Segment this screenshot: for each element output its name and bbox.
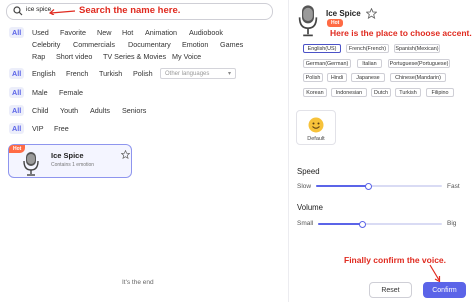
accent-chip[interactable]: Chinese(Mandarin) [390,73,446,82]
emotion-default-label: Default [307,136,325,142]
annotation-arrow-icon [48,9,76,15]
accent-chip[interactable]: Korean [303,88,327,97]
accent-chip[interactable]: English(US) [303,44,341,53]
tier-filters: All VIP Free [0,123,288,134]
star-icon[interactable] [366,8,377,19]
speed-max-label: Fast [447,183,460,190]
language-filters: All English French Turkish Polish [0,68,288,79]
voice-card-name: Ice Spice [51,151,84,160]
star-icon[interactable] [121,150,130,159]
other-languages-select[interactable]: Other languages ▾ [160,68,236,79]
panel-divider [288,0,289,302]
age-chip[interactable]: Youth [60,106,78,115]
speed-min-label: Slow [297,183,312,190]
speed-slider[interactable] [316,182,442,191]
gender-filters: All Male Female [0,87,288,98]
speed-slider-fill [316,185,369,187]
accent-chip[interactable]: Italian [357,59,382,68]
category-filters-row1: All Used Favorite New Hot Animation Audi… [0,27,288,38]
category-chip[interactable]: All [9,27,25,38]
smiley-icon [308,117,324,133]
confirm-button[interactable]: Confirm [423,282,466,298]
category-chip[interactable]: Animation [145,28,177,37]
category-chip[interactable]: Short video [56,52,92,61]
language-chip[interactable]: English [32,69,56,78]
search-annotation: Search the name here. [79,5,181,16]
voice-card[interactable]: Hot Ice Spice Contains 1 emotion [8,144,132,178]
category-chip[interactable]: Rap [32,52,45,61]
category-chip[interactable]: Emotion [182,40,208,49]
age-chip[interactable]: All [9,105,25,116]
gender-chip[interactable]: Female [59,88,83,97]
accent-chip[interactable]: Filipino [426,88,454,97]
volume-max-label: Big [447,220,457,227]
language-chip[interactable]: Turkish [99,69,122,78]
speed-slider-thumb[interactable] [365,182,373,190]
language-chip[interactable]: French [66,69,88,78]
age-chip[interactable]: Child [32,106,48,115]
category-filters-row2: Celebrity Commercials Documentary Emotio… [0,40,288,50]
age-chip[interactable]: Adults [90,106,110,115]
accent-chip[interactable]: German(German) [303,59,351,68]
tier-chip[interactable]: All [9,123,25,134]
voice-detail-name: Ice Spice [326,9,361,18]
microphone-icon [23,152,39,176]
category-chip[interactable]: Games [220,40,243,49]
annotation-arrow-icon [429,264,441,283]
category-filters-row3: Rap Short video TV Series & Movies My Vo… [0,52,288,62]
end-of-list-text: It's the end [122,279,154,286]
volume-min-label: Small [297,220,314,227]
category-chip[interactable]: Audiobook [189,28,223,37]
accent-chip[interactable]: Hindi [327,73,347,82]
accent-options: English(US) French(French) Spanish(Mexic… [300,42,470,100]
speed-title: Speed [297,167,320,176]
accent-chip[interactable]: French(French) [346,44,389,53]
accent-annotation: Here is the place to choose accent. [330,28,472,38]
volume-slider[interactable] [318,220,442,229]
gender-chip[interactable]: All [9,87,25,98]
tier-chip[interactable]: Free [54,124,69,133]
category-chip[interactable]: TV Series & Movies [103,52,166,61]
accent-chip[interactable]: Polish [303,73,323,82]
emotion-default-option[interactable]: Default [296,110,336,145]
volume-slider-fill [318,223,363,225]
reset-button[interactable]: Reset [369,282,412,298]
category-chip[interactable]: New [97,28,111,37]
category-chip[interactable]: Commercials [73,40,115,49]
microphone-icon [298,5,318,37]
accent-chip[interactable]: Spanish(Mexican) [394,44,440,53]
language-chip[interactable]: All [9,68,25,79]
category-chip[interactable]: My Voice [172,52,201,61]
age-filters: All Child Youth Adults Seniors [0,105,288,116]
tier-chip[interactable]: VIP [32,124,44,133]
gender-chip[interactable]: Male [32,88,48,97]
hot-badge: Hot [327,19,344,27]
accent-chip[interactable]: Portuguese(Portuguese) [388,59,450,68]
language-chip[interactable]: Polish [133,69,153,78]
volume-slider-thumb[interactable] [359,220,367,228]
other-languages-placeholder: Other languages [165,71,210,77]
accent-chip[interactable]: Indonesian [331,88,367,97]
voice-card-subtitle: Contains 1 emotion [51,162,95,168]
category-chip[interactable]: Documentary [128,40,171,49]
accent-chip[interactable]: Dutch [371,88,391,97]
category-chip[interactable]: Favorite [60,28,86,37]
chevron-down-icon: ▾ [227,71,231,77]
accent-chip[interactable]: Turkish [395,88,421,97]
age-chip[interactable]: Seniors [122,106,146,115]
search-icon [13,6,23,16]
volume-title: Volume [297,203,324,212]
accent-chip[interactable]: Japanese [351,73,385,82]
category-chip[interactable]: Used [32,28,49,37]
category-chip[interactable]: Celebrity [32,40,60,49]
category-chip[interactable]: Hot [122,28,133,37]
